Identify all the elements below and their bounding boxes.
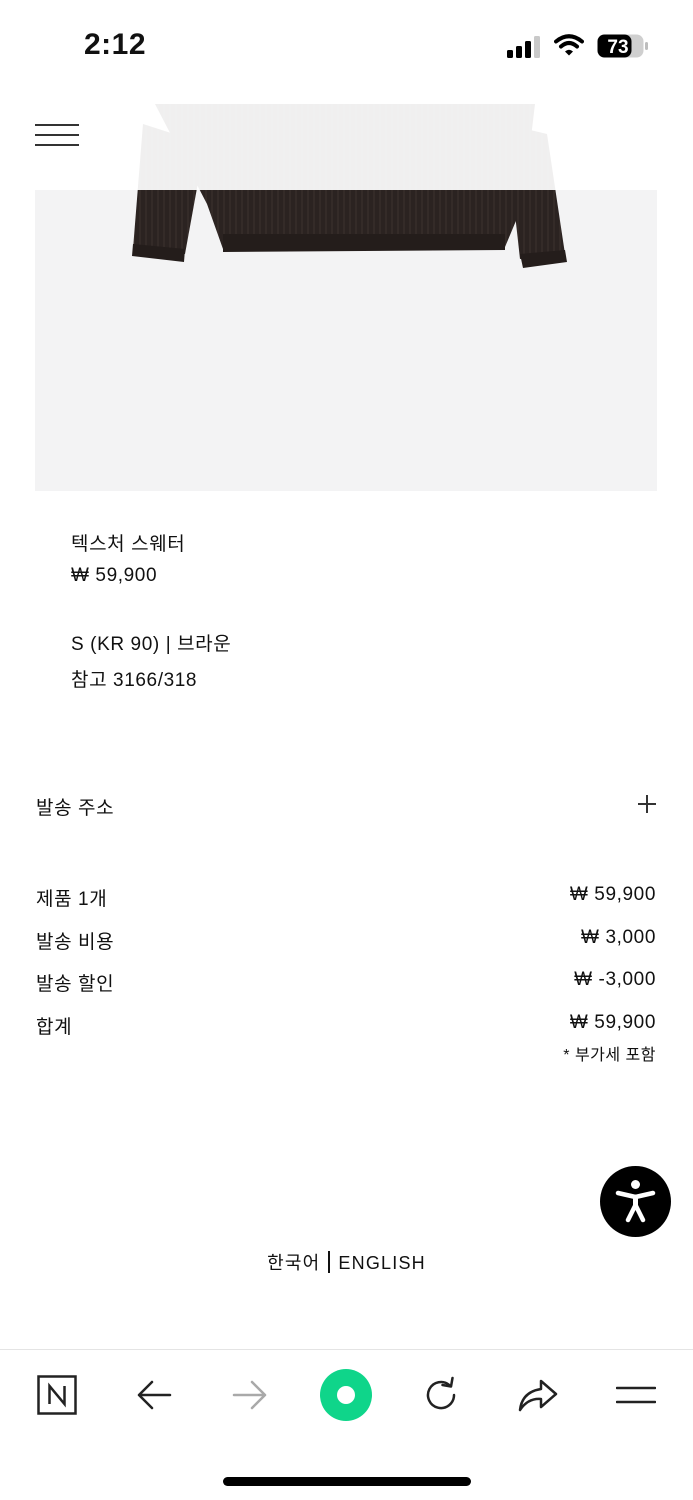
back-arrow-icon[interactable] bbox=[128, 1369, 180, 1421]
product-reference: 참고 3166/318 bbox=[71, 670, 198, 691]
language-korean[interactable]: 한국어 bbox=[267, 1253, 320, 1273]
wifi-icon bbox=[554, 34, 584, 56]
summary-label-shipping-discount: 발송 할인 bbox=[36, 974, 115, 995]
summary-value-items: ₩ 59,900 bbox=[569, 884, 656, 905]
battery-icon: 73 bbox=[597, 34, 648, 58]
product-price: ₩ 59,900 bbox=[71, 565, 158, 586]
naver-home-icon[interactable] bbox=[31, 1369, 83, 1421]
shipping-address-label[interactable]: 발송 주소 bbox=[36, 793, 114, 820]
home-indicator[interactable] bbox=[223, 1477, 471, 1486]
summary-label-items: 제품 1개 bbox=[36, 889, 108, 910]
header-overlay bbox=[35, 84, 657, 190]
battery-level: 73 bbox=[607, 37, 628, 58]
share-icon[interactable] bbox=[512, 1369, 564, 1421]
forward-arrow-icon[interactable] bbox=[224, 1369, 276, 1421]
product-name: 텍스처 스웨터 bbox=[71, 534, 186, 555]
menu-icon[interactable] bbox=[610, 1369, 662, 1421]
product-variant: S (KR 90) | 브라운 bbox=[71, 634, 232, 655]
language-switcher: 한국어 ENGLISH bbox=[0, 1249, 693, 1275]
summary-value-shipping-cost: ₩ 3,000 bbox=[581, 927, 656, 948]
language-english[interactable]: ENGLISH bbox=[338, 1253, 425, 1273]
summary-label-shipping-cost: 발송 비용 bbox=[36, 932, 115, 953]
green-dot-icon[interactable] bbox=[320, 1369, 372, 1421]
status-time: 2:12 bbox=[84, 28, 147, 61]
reload-icon[interactable] bbox=[415, 1369, 467, 1421]
accessibility-button[interactable] bbox=[600, 1166, 671, 1237]
cellular-signal-icon bbox=[507, 36, 541, 58]
expand-plus-icon[interactable] bbox=[638, 795, 656, 813]
language-divider bbox=[328, 1251, 331, 1273]
summary-label-total: 합계 bbox=[36, 1017, 73, 1038]
accessibility-icon bbox=[615, 1180, 656, 1223]
status-bar: 2:12 73 bbox=[0, 0, 693, 84]
summary-value-total: ₩ 59,900 bbox=[569, 1012, 656, 1033]
vat-note: * 부가세 포함 bbox=[563, 1047, 656, 1064]
hamburger-menu-icon[interactable] bbox=[35, 124, 79, 146]
summary-value-shipping-discount: ₩ -3,000 bbox=[574, 969, 656, 990]
